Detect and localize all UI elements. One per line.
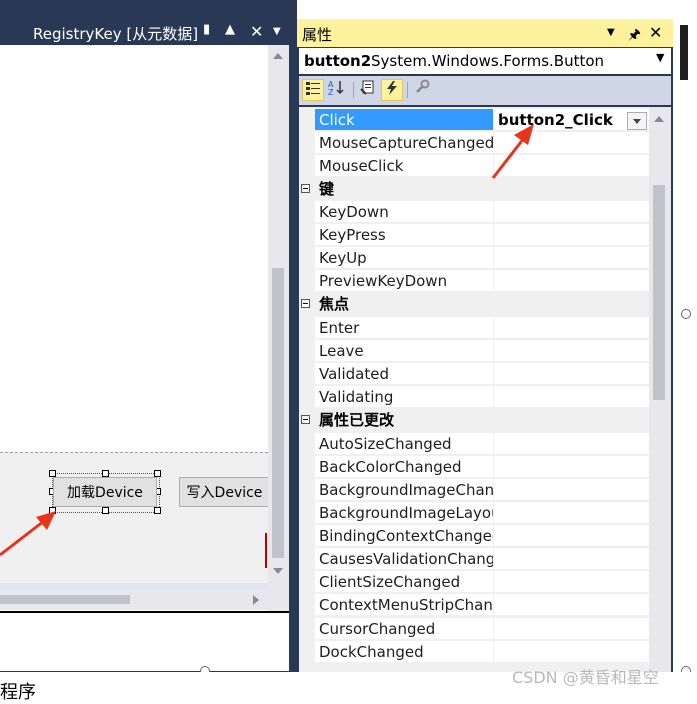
annotation-arrow-button — [0, 511, 56, 557]
annotation-arrow-grid — [491, 124, 534, 179]
annotation-overlay — [0, 124, 534, 557]
